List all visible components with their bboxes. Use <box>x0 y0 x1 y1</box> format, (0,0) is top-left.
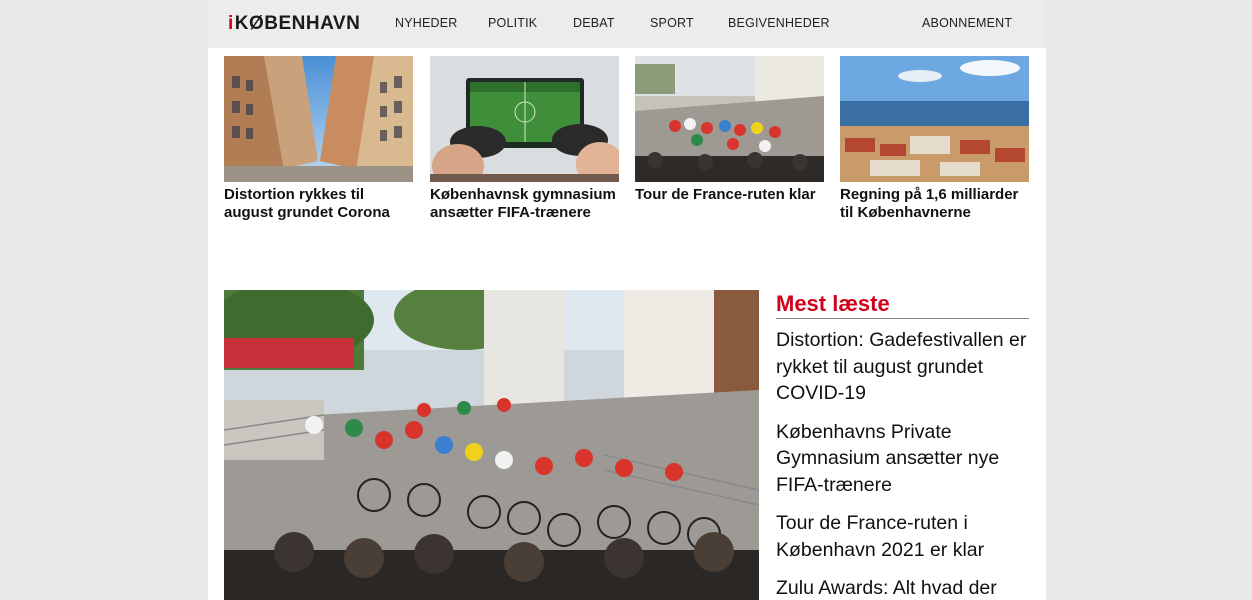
most-read-item[interactable]: Zulu Awards: Alt hvad der <box>776 575 1029 600</box>
site-logo[interactable]: i KØBENHAVN <box>228 12 360 36</box>
article-title[interactable]: Regning på 1,6 milliarder til Københavne… <box>840 186 1029 222</box>
nav-item-politik[interactable]: POLITIK <box>488 16 537 30</box>
gaming-controllers-photo[interactable] <box>430 56 619 182</box>
most-read-item[interactable]: Distortion: Gadefestivallen er rykket ti… <box>776 327 1029 407</box>
article-card[interactable]: Regning på 1,6 milliarder til Københavne… <box>840 56 1029 222</box>
top-navigation-bar: i KØBENHAVN NYHEDER POLITIK DEBAT SPORT … <box>208 0 1046 48</box>
nav-item-debat[interactable]: DEBAT <box>573 16 615 30</box>
page: i KØBENHAVN NYHEDER POLITIK DEBAT SPORT … <box>208 0 1046 600</box>
nav-item-sport[interactable]: SPORT <box>650 16 694 30</box>
most-read-heading: Mest læste <box>776 290 1029 319</box>
cycling-race-photo[interactable] <box>635 56 824 182</box>
article-title[interactable]: Københavnsk gymnasium ansætter FIFA-træn… <box>430 186 619 222</box>
city-harbour-aerial-photo[interactable] <box>840 56 1029 182</box>
article-card[interactable]: Københavnsk gymnasium ansætter FIFA-træn… <box>430 56 619 222</box>
article-title[interactable]: Distortion rykkes til august grundet Cor… <box>224 186 413 222</box>
cycling-race-hero-photo[interactable] <box>224 290 759 600</box>
logo-i: i <box>228 13 234 34</box>
most-read-sidebar: Mest læste Distortion: Gadefestivallen e… <box>776 290 1029 600</box>
most-read-item[interactable]: Tour de France-ruten i København 2021 er… <box>776 510 1029 563</box>
most-read-item[interactable]: Københavns Private Gymnasium ansætter ny… <box>776 419 1029 499</box>
copenhagen-street-photo[interactable] <box>224 56 413 182</box>
article-title[interactable]: Tour de France-ruten klar <box>635 186 824 204</box>
logo-text: KØBENHAVN <box>234 13 361 34</box>
article-card[interactable]: Distortion rykkes til august grundet Cor… <box>224 56 413 222</box>
article-card[interactable]: Tour de France-ruten klar <box>635 56 824 204</box>
nav-item-abonnement[interactable]: ABONNEMENT <box>922 16 1012 30</box>
nav-item-nyheder[interactable]: NYHEDER <box>395 16 458 30</box>
nav-item-begivenheder[interactable]: BEGIVENHEDER <box>728 16 830 30</box>
